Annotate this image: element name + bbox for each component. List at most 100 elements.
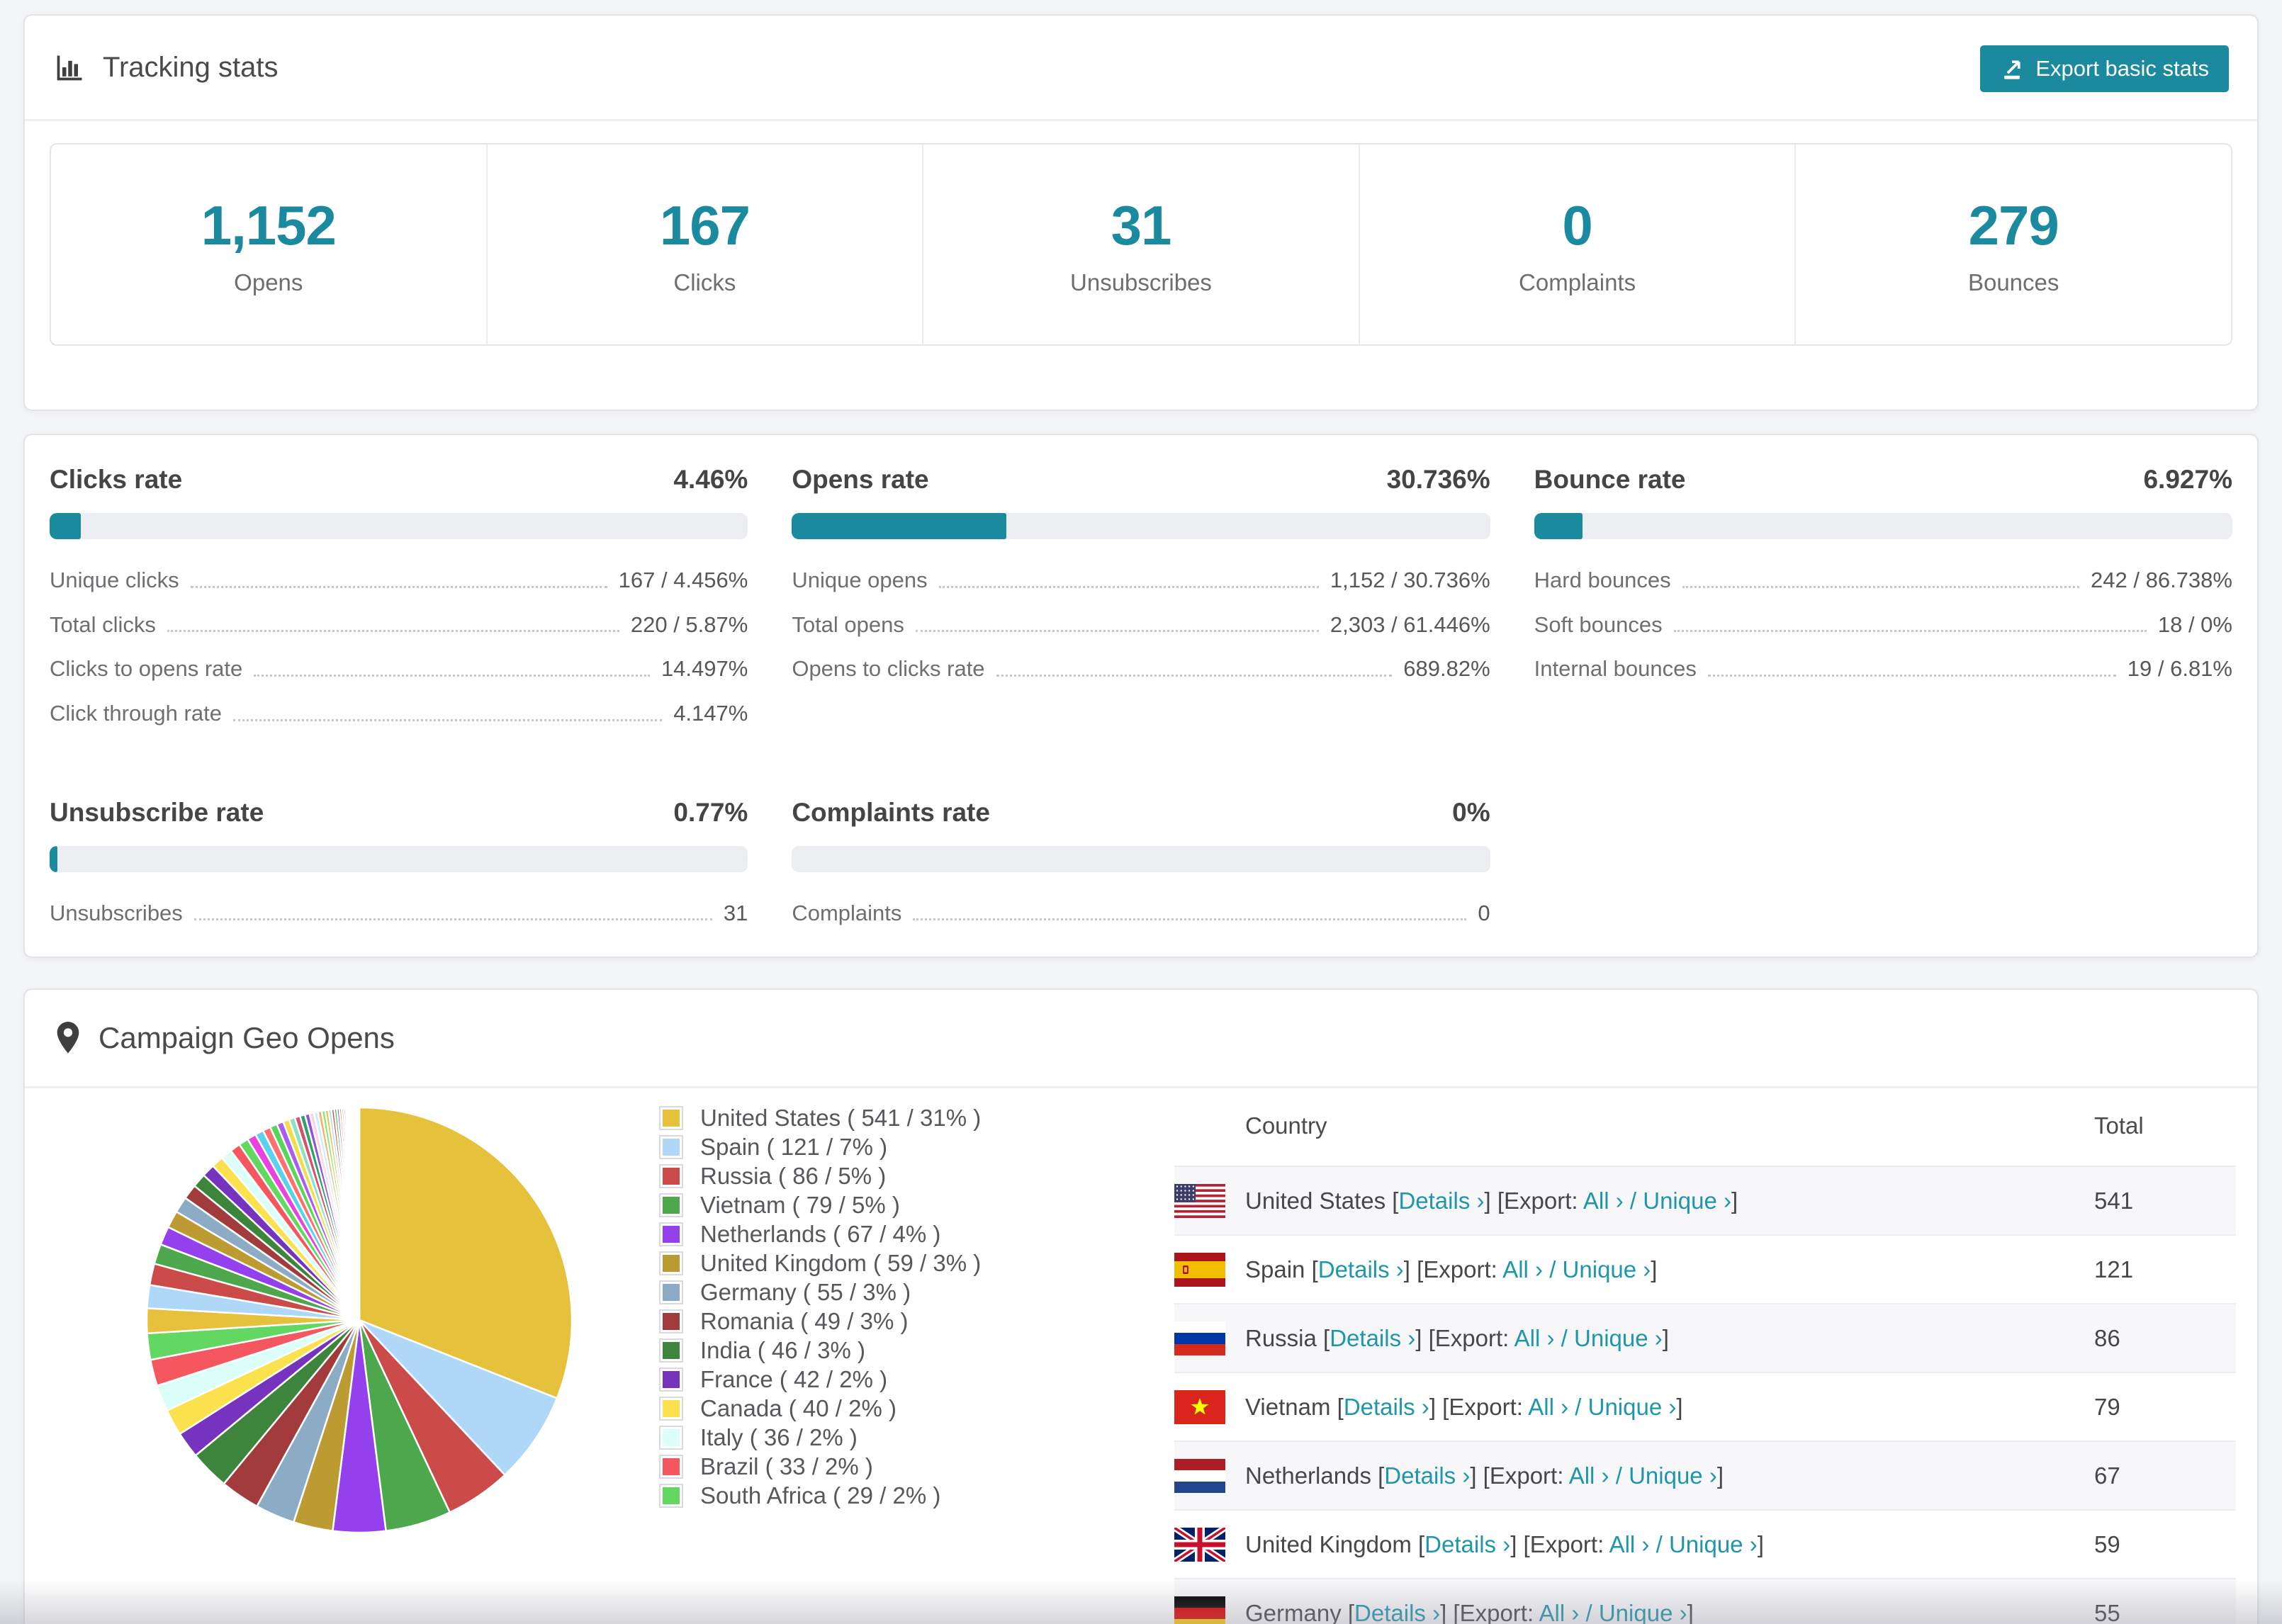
legend-swatch-box xyxy=(659,1454,683,1479)
rate-detail-value: 1,152 / 30.736% xyxy=(1330,568,1490,592)
geo-header: Campaign Geo Opens xyxy=(25,990,2257,1088)
rate-progress-fill xyxy=(792,513,1007,539)
export-all-link[interactable]: All › xyxy=(1583,1188,1624,1214)
stat-value: 167 xyxy=(659,193,751,256)
rate-detail-value: 2,303 / 61.446% xyxy=(1330,611,1490,637)
export-unique-link[interactable]: Unique › xyxy=(1563,1256,1651,1282)
slash: / xyxy=(1623,1187,1643,1214)
bracket: ] xyxy=(1757,1530,1764,1557)
rate-detail-value: 220 / 5.87% xyxy=(630,611,748,637)
legend-item: Italy ( 36 / 2% ) xyxy=(659,1423,981,1452)
export-all-link[interactable]: All › xyxy=(1569,1462,1609,1489)
total-cell: 79 xyxy=(2094,1393,2120,1420)
bracket: ] xyxy=(1651,1256,1658,1282)
table-row: Vietnam [Details ›] [Export: All › / Uni… xyxy=(1174,1372,2236,1440)
dotted-leader xyxy=(938,585,1319,588)
rate-title: Complaints rate xyxy=(792,797,990,827)
details-link[interactable]: Details › xyxy=(1330,1325,1415,1351)
dotted-leader xyxy=(193,918,712,921)
export-label: Export: xyxy=(1434,1324,1514,1351)
rate-detail-row: Clicks to opens rate 14.497% xyxy=(50,656,748,682)
bracket: ] [ xyxy=(1403,1256,1424,1282)
stat-label: Unsubscribes xyxy=(1070,269,1212,295)
summary-stats-row: 1,152 Opens 167 Clicks 31 Unsubscribes 0 Compla… xyxy=(50,143,2232,346)
legend-swatch-box xyxy=(659,1163,683,1188)
dotted-leader xyxy=(254,674,650,677)
bracket: ] [ xyxy=(1470,1462,1490,1489)
table-row: Netherlands [Details ›] [Export: All › /… xyxy=(1174,1440,2236,1509)
export-all-link[interactable]: All › xyxy=(1528,1394,1568,1420)
export-all-link[interactable]: All › xyxy=(1609,1531,1650,1557)
geo-pie-legend: United States ( 541 / 31% ) Spain ( 121 /… xyxy=(659,1103,981,1510)
rate-block: Unsubscribe rate 0.77% Unsubscribes 31 xyxy=(50,798,748,945)
table-row: United Kingdom [Details ›] [Export: All … xyxy=(1174,1509,2236,1578)
rate-detail-row: Complaints 0 xyxy=(792,901,1490,926)
legend-item: Spain ( 121 / 7% ) xyxy=(659,1132,981,1161)
export-all-link[interactable]: All › xyxy=(1514,1325,1555,1351)
legend-label: France ( 42 / 2% ) xyxy=(700,1365,888,1392)
details-link[interactable]: Details › xyxy=(1318,1256,1404,1282)
legend-swatch-box xyxy=(659,1105,683,1130)
legend-swatch xyxy=(663,1457,680,1475)
bracket: [ xyxy=(1417,1530,1425,1557)
country-name: United Kingdom xyxy=(1245,1530,1418,1557)
rate-detail-label: Total clicks xyxy=(50,611,156,637)
rate-progress-bar xyxy=(792,845,1490,872)
page-bottom-fade xyxy=(0,1580,2282,1624)
total-cell: 59 xyxy=(2094,1530,2120,1557)
country-cell: Russia [Details ›] [Export: All › / Uniq… xyxy=(1245,1325,2094,1352)
rate-detail-label: Opens to clicks rate xyxy=(792,656,985,682)
legend-item: United Kingdom ( 59 / 3% ) xyxy=(659,1248,981,1278)
details-link[interactable]: Details › xyxy=(1398,1188,1484,1214)
country-cell: United States [Details ›] [Export: All ›… xyxy=(1245,1188,2094,1214)
export-label: Export: xyxy=(1529,1530,1609,1557)
rates-grid: Clicks rate 4.46% Unique clicks 167 / 4.456… xyxy=(50,465,2232,944)
details-link[interactable]: Details › xyxy=(1384,1462,1470,1489)
dotted-leader xyxy=(1682,585,2080,588)
stat-label: Opens xyxy=(234,269,303,295)
legend-label: Russia ( 86 / 5% ) xyxy=(700,1162,887,1189)
stat-cell: 31 Unsubscribes xyxy=(923,145,1360,344)
export-all-link[interactable]: All › xyxy=(1502,1256,1543,1282)
legend-label: Netherlands ( 67 / 4% ) xyxy=(700,1220,941,1247)
bracket: ] xyxy=(1731,1187,1738,1214)
legend-swatch xyxy=(663,1254,680,1272)
export-basic-stats-button[interactable]: Export basic stats xyxy=(1980,45,2229,92)
rate-progress-bar xyxy=(50,513,748,539)
export-label: Export: xyxy=(1423,1256,1503,1282)
country-name: Spain xyxy=(1245,1256,1312,1282)
rate-title: Clicks rate xyxy=(50,465,183,494)
legend-swatch-box xyxy=(659,1192,683,1217)
geo-title: Campaign Geo Opens xyxy=(99,1021,395,1054)
rate-detail-value: 4.147% xyxy=(673,700,748,726)
dotted-leader xyxy=(1707,674,2116,677)
export-unique-link[interactable]: Unique › xyxy=(1643,1188,1731,1214)
country-cell: Spain [Details ›] [Export: All › / Uniqu… xyxy=(1245,1256,2094,1283)
rate-detail-value: 167 / 4.456% xyxy=(618,568,748,592)
dotted-leader xyxy=(167,630,619,633)
rate-block-header: Unsubscribe rate 0.77% xyxy=(50,798,748,828)
table-row: Russia [Details ›] [Export: All › / Uniq… xyxy=(1174,1303,2236,1372)
export-unique-link[interactable]: Unique › xyxy=(1669,1531,1758,1557)
rate-progress-fill xyxy=(50,513,81,539)
rate-detail-rows: Unique clicks 167 / 4.456% Total clicks 220… xyxy=(50,568,748,726)
rate-detail-row: Soft bounces 18 / 0% xyxy=(1534,612,2232,638)
stat-value: 1,152 xyxy=(201,193,337,256)
total-cell: 541 xyxy=(2094,1187,2134,1214)
rate-detail-value: 242 / 86.738% xyxy=(2091,568,2232,592)
rate-title: Opens rate xyxy=(792,465,929,494)
legend-swatch-box xyxy=(659,1367,683,1392)
dotted-leader xyxy=(1673,630,2147,633)
rate-block: Clicks rate 4.46% Unique clicks 167 / 4.456… xyxy=(50,465,748,745)
slash: / xyxy=(1649,1530,1669,1557)
legend-item: Germany ( 55 / 3% ) xyxy=(659,1278,981,1307)
export-unique-link[interactable]: Unique › xyxy=(1588,1394,1677,1420)
details-link[interactable]: Details › xyxy=(1424,1531,1510,1557)
column-header-country: Country xyxy=(1245,1112,1327,1139)
export-unique-link[interactable]: Unique › xyxy=(1629,1462,1717,1489)
legend-label: Canada ( 40 / 2% ) xyxy=(700,1394,896,1421)
legend-item: Canada ( 40 / 2% ) xyxy=(659,1394,981,1423)
tracking-stats-header: Tracking stats xyxy=(25,16,2257,121)
export-unique-link[interactable]: Unique › xyxy=(1574,1325,1663,1351)
details-link[interactable]: Details › xyxy=(1344,1394,1429,1420)
